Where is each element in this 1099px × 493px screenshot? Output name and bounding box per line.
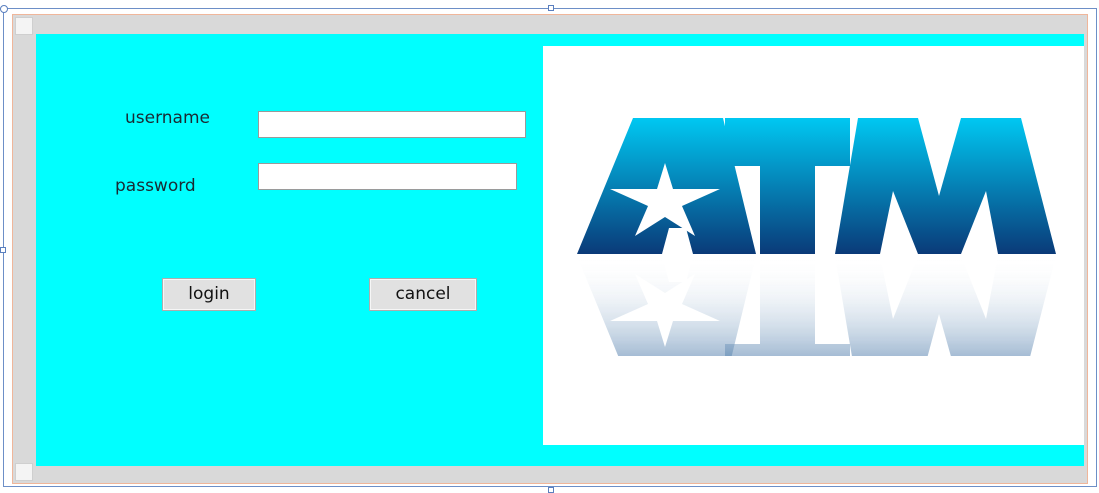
password-label: password [115, 176, 196, 196]
atm-logo [577, 118, 1056, 356]
login-button[interactable]: login [162, 278, 256, 311]
atm-logo-box [543, 46, 1084, 445]
resize-handle-top[interactable] [548, 5, 554, 11]
form-corner-bottom-left [15, 463, 33, 481]
username-label: username [125, 108, 210, 128]
password-field[interactable] [258, 163, 517, 190]
form-corner-top-left [15, 17, 33, 35]
resize-handle-left[interactable] [0, 247, 6, 253]
resize-handle-top-left[interactable] [0, 5, 8, 13]
username-field[interactable] [258, 111, 526, 138]
cancel-button[interactable]: cancel [369, 278, 477, 311]
resize-handle-bottom[interactable] [548, 487, 554, 493]
